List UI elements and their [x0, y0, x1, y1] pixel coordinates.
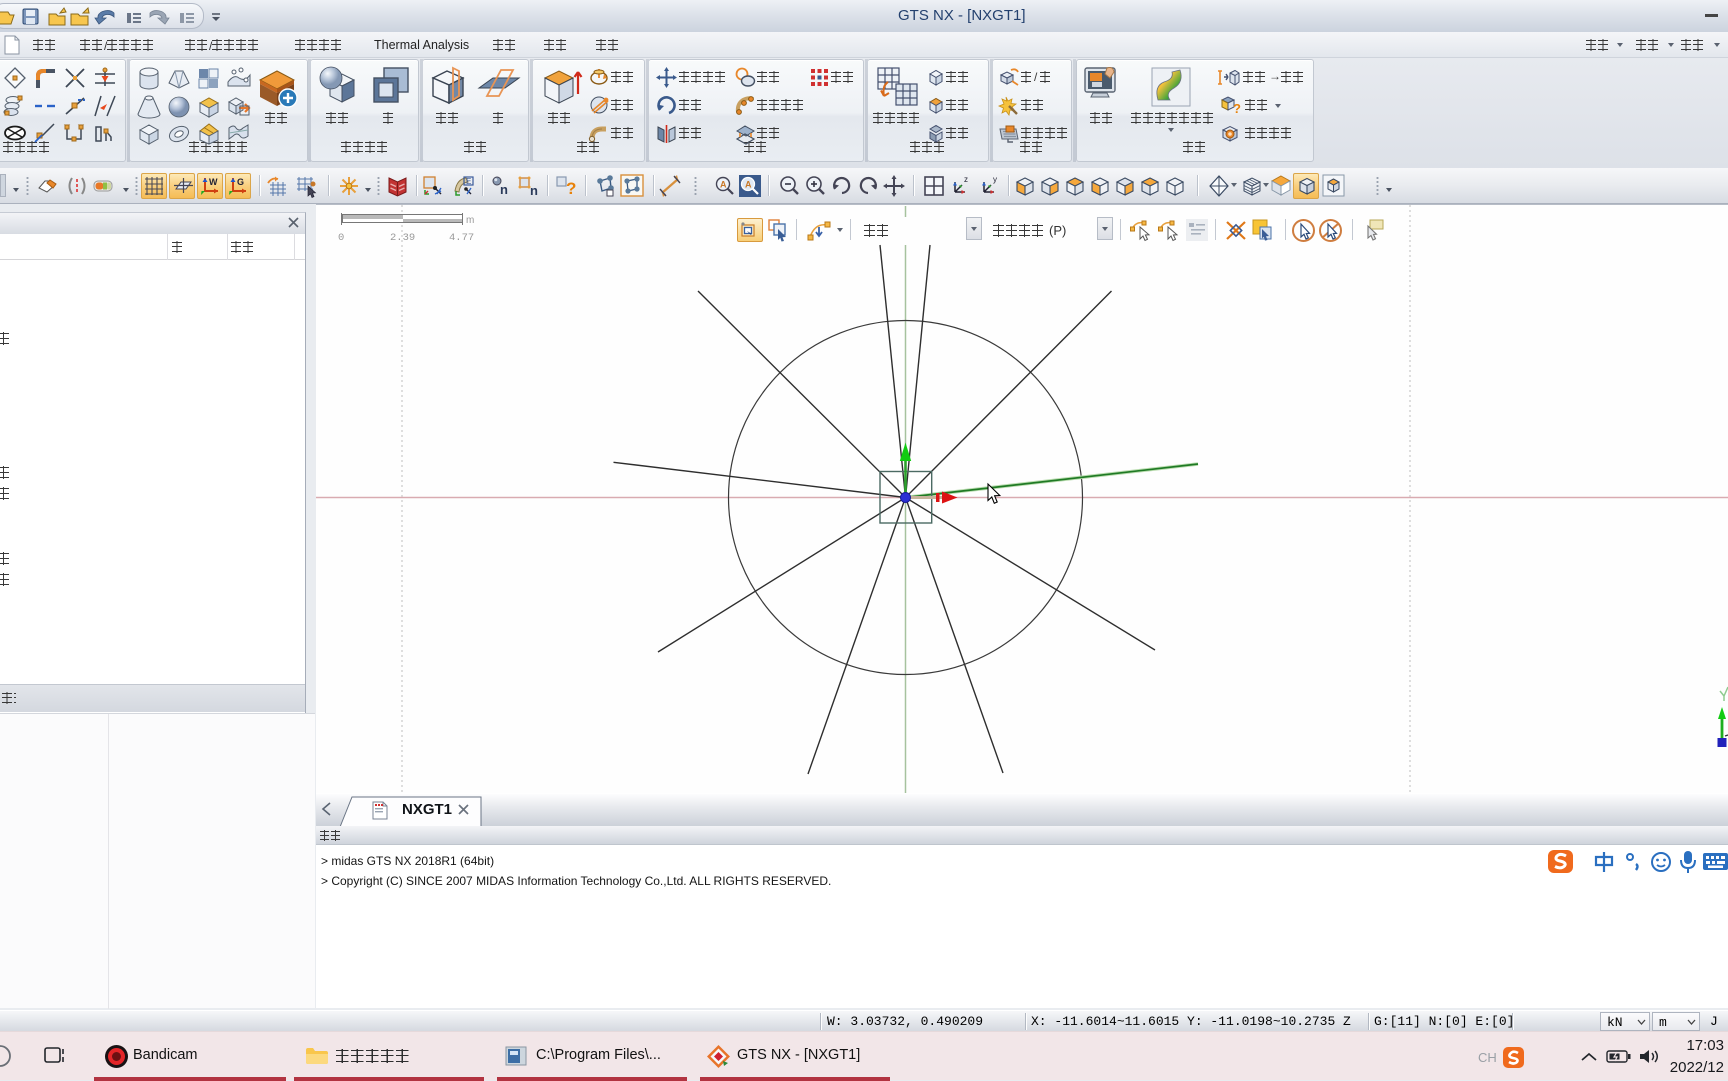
svg-text:n: n [500, 182, 508, 197]
svg-text:E: E [466, 177, 471, 186]
svg-text:G: G [237, 177, 244, 187]
svg-text:n: n [530, 183, 538, 198]
svg-text:A: A [720, 180, 727, 190]
svg-text:W: W [209, 177, 218, 187]
svg-text:z: z [964, 175, 968, 184]
svg-text:y: y [993, 175, 997, 184]
svg-text:?: ? [1233, 101, 1241, 116]
svg-text:?: ? [566, 179, 576, 198]
svg-text:A: A [745, 180, 752, 190]
